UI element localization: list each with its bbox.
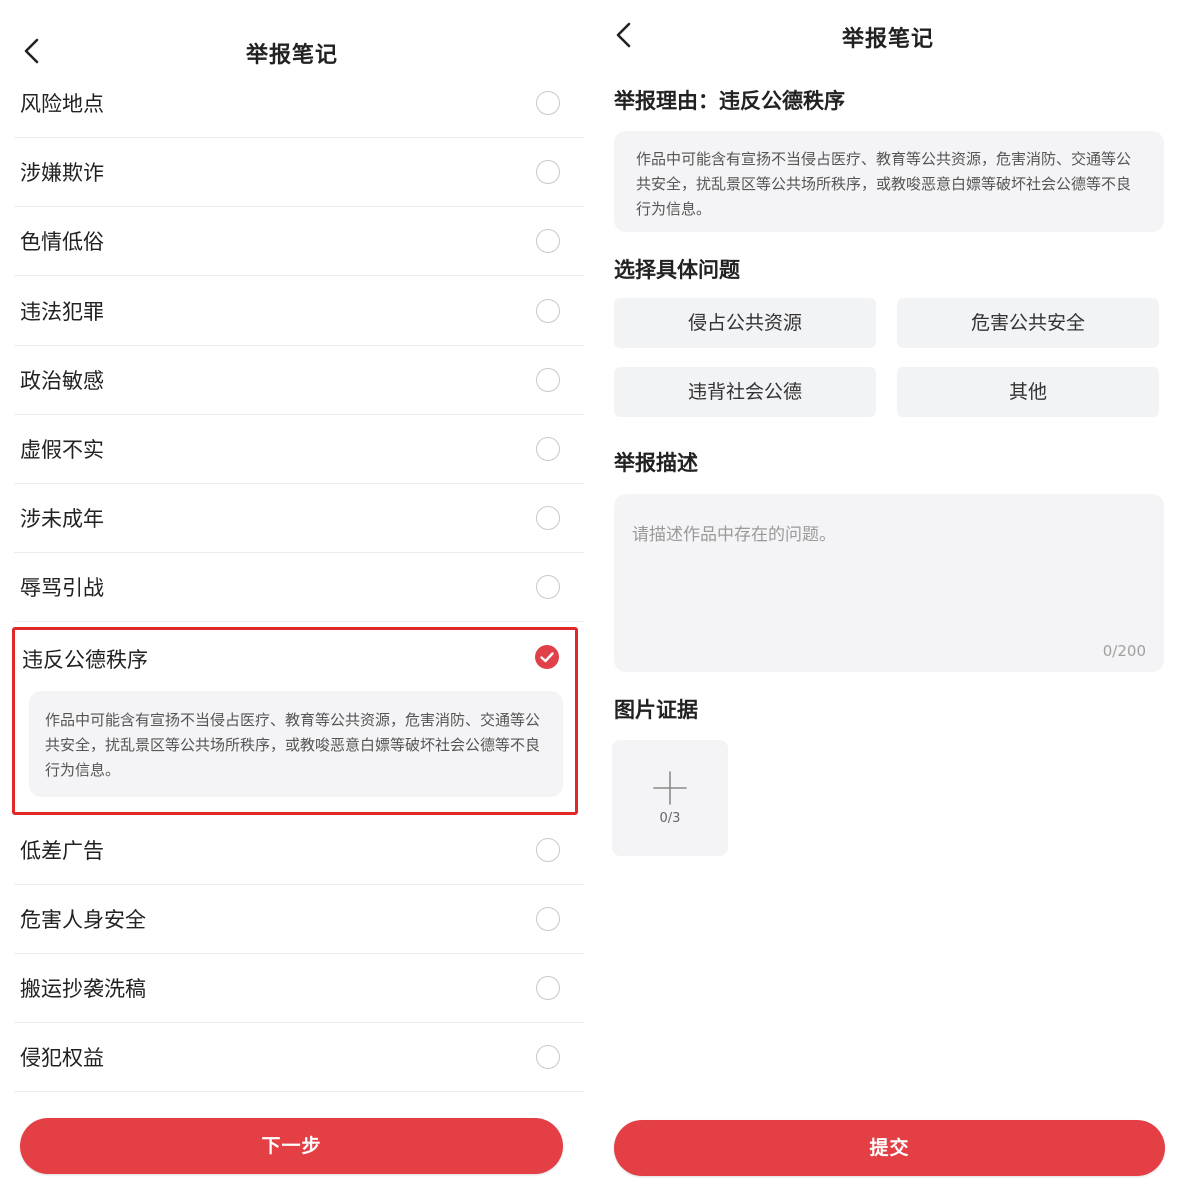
- reason-row[interactable]: 辱骂引战: [14, 552, 584, 622]
- reason-row[interactable]: 搬运抄袭洗稿: [14, 953, 584, 1023]
- reason-label: 侵犯权益: [20, 1045, 104, 1070]
- radio-checked-icon[interactable]: [535, 645, 559, 669]
- issue-option-button[interactable]: 其他: [897, 367, 1159, 417]
- reason-label: 违法犯罪: [20, 299, 104, 324]
- reason-row[interactable]: 虚假不实: [14, 414, 584, 484]
- radio-unchecked-icon[interactable]: [536, 367, 560, 392]
- reason-row[interactable]: 政治敏感: [14, 345, 584, 415]
- reason-label: 涉嫌欺诈: [20, 160, 104, 185]
- radio-unchecked-icon[interactable]: [536, 975, 560, 1000]
- reason-row[interactable]: 危害人身安全: [14, 884, 584, 954]
- reason-row[interactable]: 侵犯权益: [14, 1022, 584, 1092]
- reason-label: 涉未成年: [20, 506, 104, 531]
- radio-unchecked-icon[interactable]: [536, 906, 560, 931]
- plus-icon: [653, 771, 687, 805]
- issue-option-button[interactable]: 危害公共安全: [897, 298, 1159, 348]
- character-counter: 0/200: [1102, 642, 1146, 660]
- reason-label: 违反公德秩序: [22, 648, 148, 672]
- back-chevron-left-icon[interactable]: [18, 36, 48, 66]
- image-count: 0/3: [659, 811, 681, 826]
- report-reason-heading: 举报理由：违反公德秩序: [614, 89, 845, 113]
- back-chevron-left-icon[interactable]: [610, 20, 640, 50]
- reason-label: 搬运抄袭洗稿: [20, 976, 146, 1001]
- report-description-input[interactable]: [614, 494, 1164, 634]
- reason-label: 危害人身安全: [20, 907, 146, 932]
- add-image-button[interactable]: 0/3: [612, 740, 728, 856]
- radio-unchecked-icon[interactable]: [536, 159, 560, 184]
- report-description-heading: 举报描述: [614, 451, 698, 475]
- reason-label: 风险地点: [20, 91, 104, 116]
- radio-unchecked-icon[interactable]: [536, 90, 560, 115]
- reason-label: 虚假不实: [20, 437, 104, 462]
- image-evidence-heading: 图片证据: [614, 698, 698, 722]
- select-issue-heading: 选择具体问题: [614, 258, 740, 282]
- radio-unchecked-icon[interactable]: [536, 298, 560, 323]
- next-step-button[interactable]: 下一步: [20, 1118, 563, 1174]
- report-reason-screen: 举报笔记 风险地点涉嫌欺诈色情低俗违法犯罪政治敏感虚假不实涉未成年辱骂引战低差广…: [0, 0, 600, 1200]
- radio-unchecked-icon[interactable]: [536, 436, 560, 461]
- reason-row[interactable]: 色情低俗: [14, 206, 584, 276]
- report-detail-screen: 举报笔记 举报理由：违反公德秩序 作品中可能含有宣扬不当侵占医疗、教育等公共资源…: [600, 0, 1200, 1200]
- reason-label: 政治敏感: [20, 368, 104, 393]
- radio-unchecked-icon[interactable]: [536, 505, 560, 530]
- radio-unchecked-icon[interactable]: [536, 1044, 560, 1069]
- reason-row[interactable]: 涉嫌欺诈: [14, 137, 584, 207]
- reason-label: 色情低俗: [20, 229, 104, 254]
- page-title: 举报笔记: [842, 27, 935, 52]
- radio-unchecked-icon[interactable]: [536, 228, 560, 253]
- reason-row[interactable]: 风险地点: [14, 68, 584, 138]
- radio-unchecked-icon[interactable]: [536, 837, 560, 862]
- submit-button[interactable]: 提交: [614, 1120, 1165, 1176]
- reason-row[interactable]: 违法犯罪: [14, 276, 584, 346]
- issue-option-button[interactable]: 违背社会公德: [614, 367, 876, 417]
- reason-row[interactable]: 低差广告: [14, 815, 584, 885]
- reason-description-card: 作品中可能含有宣扬不当侵占医疗、教育等公共资源，危害消防、交通等公共安全，扰乱景…: [29, 691, 563, 797]
- report-description-field[interactable]: 0/200: [614, 494, 1164, 672]
- reason-row[interactable]: 涉未成年: [14, 483, 584, 553]
- reason-description-card: 作品中可能含有宣扬不当侵占医疗、教育等公共资源，危害消防、交通等公共安全，扰乱景…: [614, 131, 1164, 232]
- selected-reason-highlight[interactable]: 违反公德秩序 作品中可能含有宣扬不当侵占医疗、教育等公共资源，危害消防、交通等公…: [12, 627, 578, 815]
- issue-option-button[interactable]: 侵占公共资源: [614, 298, 876, 348]
- radio-unchecked-icon[interactable]: [536, 574, 560, 599]
- reason-label: 低差广告: [20, 838, 104, 863]
- page-title: 举报笔记: [246, 43, 339, 68]
- reason-label: 辱骂引战: [20, 575, 104, 600]
